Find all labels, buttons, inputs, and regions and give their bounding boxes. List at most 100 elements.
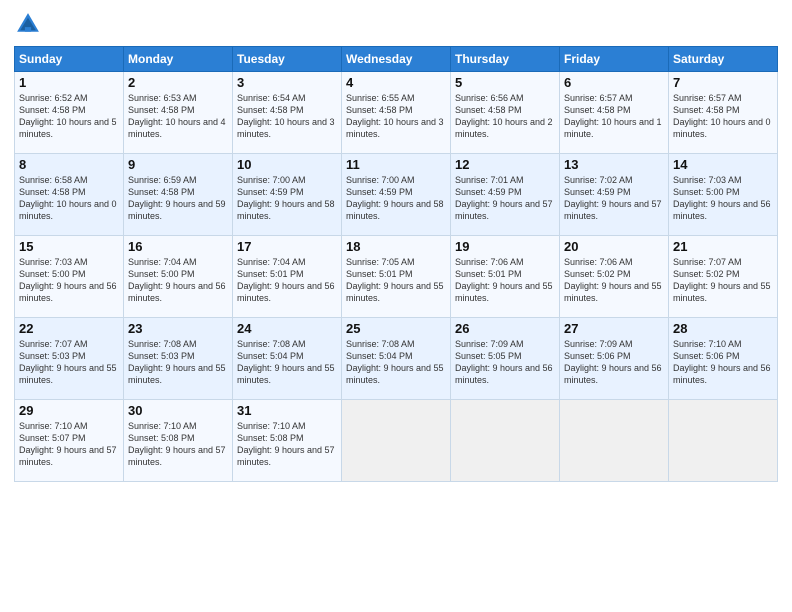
day-info: Sunrise: 6:57 AM Sunset: 4:58 PM Dayligh…	[673, 92, 773, 141]
day-header-saturday: Saturday	[669, 47, 778, 72]
day-number: 16	[128, 239, 228, 254]
day-info: Sunrise: 7:09 AM Sunset: 5:05 PM Dayligh…	[455, 338, 555, 387]
day-header-monday: Monday	[124, 47, 233, 72]
calendar-cell: 24 Sunrise: 7:08 AM Sunset: 5:04 PM Dayl…	[233, 318, 342, 400]
day-number: 25	[346, 321, 446, 336]
day-number: 14	[673, 157, 773, 172]
day-number: 1	[19, 75, 119, 90]
day-info: Sunrise: 7:10 AM Sunset: 5:06 PM Dayligh…	[673, 338, 773, 387]
day-number: 29	[19, 403, 119, 418]
day-info: Sunrise: 6:59 AM Sunset: 4:58 PM Dayligh…	[128, 174, 228, 223]
calendar-cell: 13 Sunrise: 7:02 AM Sunset: 4:59 PM Dayl…	[560, 154, 669, 236]
day-number: 18	[346, 239, 446, 254]
day-info: Sunrise: 7:08 AM Sunset: 5:04 PM Dayligh…	[346, 338, 446, 387]
day-number: 22	[19, 321, 119, 336]
calendar-cell: 25 Sunrise: 7:08 AM Sunset: 5:04 PM Dayl…	[342, 318, 451, 400]
day-number: 8	[19, 157, 119, 172]
day-number: 12	[455, 157, 555, 172]
calendar-cell: 3 Sunrise: 6:54 AM Sunset: 4:58 PM Dayli…	[233, 72, 342, 154]
day-header-friday: Friday	[560, 47, 669, 72]
day-number: 5	[455, 75, 555, 90]
calendar-cell: 14 Sunrise: 7:03 AM Sunset: 5:00 PM Dayl…	[669, 154, 778, 236]
day-info: Sunrise: 7:10 AM Sunset: 5:08 PM Dayligh…	[237, 420, 337, 469]
calendar-cell: 23 Sunrise: 7:08 AM Sunset: 5:03 PM Dayl…	[124, 318, 233, 400]
calendar-cell: 9 Sunrise: 6:59 AM Sunset: 4:58 PM Dayli…	[124, 154, 233, 236]
day-info: Sunrise: 7:04 AM Sunset: 5:00 PM Dayligh…	[128, 256, 228, 305]
day-info: Sunrise: 7:08 AM Sunset: 5:04 PM Dayligh…	[237, 338, 337, 387]
day-info: Sunrise: 7:06 AM Sunset: 5:01 PM Dayligh…	[455, 256, 555, 305]
calendar-cell: 21 Sunrise: 7:07 AM Sunset: 5:02 PM Dayl…	[669, 236, 778, 318]
day-info: Sunrise: 7:02 AM Sunset: 4:59 PM Dayligh…	[564, 174, 664, 223]
calendar-cell: 26 Sunrise: 7:09 AM Sunset: 5:05 PM Dayl…	[451, 318, 560, 400]
calendar-week-row: 15 Sunrise: 7:03 AM Sunset: 5:00 PM Dayl…	[15, 236, 778, 318]
day-number: 27	[564, 321, 664, 336]
calendar-cell: 29 Sunrise: 7:10 AM Sunset: 5:07 PM Dayl…	[15, 400, 124, 482]
calendar-cell: 20 Sunrise: 7:06 AM Sunset: 5:02 PM Dayl…	[560, 236, 669, 318]
day-number: 30	[128, 403, 228, 418]
calendar-cell: 6 Sunrise: 6:57 AM Sunset: 4:58 PM Dayli…	[560, 72, 669, 154]
page-container: SundayMondayTuesdayWednesdayThursdayFrid…	[0, 0, 792, 490]
day-info: Sunrise: 6:52 AM Sunset: 4:58 PM Dayligh…	[19, 92, 119, 141]
day-info: Sunrise: 6:57 AM Sunset: 4:58 PM Dayligh…	[564, 92, 664, 141]
day-number: 17	[237, 239, 337, 254]
day-number: 19	[455, 239, 555, 254]
day-number: 7	[673, 75, 773, 90]
calendar-cell: 22 Sunrise: 7:07 AM Sunset: 5:03 PM Dayl…	[15, 318, 124, 400]
calendar-header-row: SundayMondayTuesdayWednesdayThursdayFrid…	[15, 47, 778, 72]
calendar-cell: 12 Sunrise: 7:01 AM Sunset: 4:59 PM Dayl…	[451, 154, 560, 236]
calendar-week-row: 22 Sunrise: 7:07 AM Sunset: 5:03 PM Dayl…	[15, 318, 778, 400]
day-number: 2	[128, 75, 228, 90]
calendar-body: 1 Sunrise: 6:52 AM Sunset: 4:58 PM Dayli…	[15, 72, 778, 482]
day-number: 4	[346, 75, 446, 90]
day-number: 11	[346, 157, 446, 172]
day-number: 9	[128, 157, 228, 172]
calendar-cell: 1 Sunrise: 6:52 AM Sunset: 4:58 PM Dayli…	[15, 72, 124, 154]
day-info: Sunrise: 6:56 AM Sunset: 4:58 PM Dayligh…	[455, 92, 555, 141]
day-number: 3	[237, 75, 337, 90]
calendar-cell: 4 Sunrise: 6:55 AM Sunset: 4:58 PM Dayli…	[342, 72, 451, 154]
day-number: 6	[564, 75, 664, 90]
calendar-table: SundayMondayTuesdayWednesdayThursdayFrid…	[14, 46, 778, 482]
calendar-cell: 28 Sunrise: 7:10 AM Sunset: 5:06 PM Dayl…	[669, 318, 778, 400]
day-info: Sunrise: 7:00 AM Sunset: 4:59 PM Dayligh…	[346, 174, 446, 223]
day-number: 13	[564, 157, 664, 172]
day-info: Sunrise: 7:03 AM Sunset: 5:00 PM Dayligh…	[673, 174, 773, 223]
day-number: 21	[673, 239, 773, 254]
calendar-cell	[560, 400, 669, 482]
day-info: Sunrise: 7:10 AM Sunset: 5:08 PM Dayligh…	[128, 420, 228, 469]
day-header-thursday: Thursday	[451, 47, 560, 72]
day-number: 24	[237, 321, 337, 336]
day-number: 23	[128, 321, 228, 336]
calendar-week-row: 8 Sunrise: 6:58 AM Sunset: 4:58 PM Dayli…	[15, 154, 778, 236]
calendar-cell: 17 Sunrise: 7:04 AM Sunset: 5:01 PM Dayl…	[233, 236, 342, 318]
day-info: Sunrise: 7:08 AM Sunset: 5:03 PM Dayligh…	[128, 338, 228, 387]
calendar-cell: 18 Sunrise: 7:05 AM Sunset: 5:01 PM Dayl…	[342, 236, 451, 318]
header	[14, 10, 778, 38]
day-number: 20	[564, 239, 664, 254]
day-info: Sunrise: 7:10 AM Sunset: 5:07 PM Dayligh…	[19, 420, 119, 469]
day-number: 28	[673, 321, 773, 336]
calendar-cell: 16 Sunrise: 7:04 AM Sunset: 5:00 PM Dayl…	[124, 236, 233, 318]
day-info: Sunrise: 7:09 AM Sunset: 5:06 PM Dayligh…	[564, 338, 664, 387]
calendar-cell	[451, 400, 560, 482]
day-info: Sunrise: 7:07 AM Sunset: 5:03 PM Dayligh…	[19, 338, 119, 387]
day-number: 26	[455, 321, 555, 336]
calendar-cell: 8 Sunrise: 6:58 AM Sunset: 4:58 PM Dayli…	[15, 154, 124, 236]
logo-icon	[14, 10, 42, 38]
day-info: Sunrise: 7:00 AM Sunset: 4:59 PM Dayligh…	[237, 174, 337, 223]
calendar-cell: 11 Sunrise: 7:00 AM Sunset: 4:59 PM Dayl…	[342, 154, 451, 236]
calendar-cell	[342, 400, 451, 482]
day-info: Sunrise: 7:03 AM Sunset: 5:00 PM Dayligh…	[19, 256, 119, 305]
day-number: 10	[237, 157, 337, 172]
day-header-tuesday: Tuesday	[233, 47, 342, 72]
day-info: Sunrise: 6:58 AM Sunset: 4:58 PM Dayligh…	[19, 174, 119, 223]
calendar-cell: 27 Sunrise: 7:09 AM Sunset: 5:06 PM Dayl…	[560, 318, 669, 400]
calendar-cell: 7 Sunrise: 6:57 AM Sunset: 4:58 PM Dayli…	[669, 72, 778, 154]
calendar-cell: 10 Sunrise: 7:00 AM Sunset: 4:59 PM Dayl…	[233, 154, 342, 236]
calendar-cell: 19 Sunrise: 7:06 AM Sunset: 5:01 PM Dayl…	[451, 236, 560, 318]
day-header-wednesday: Wednesday	[342, 47, 451, 72]
calendar-week-row: 29 Sunrise: 7:10 AM Sunset: 5:07 PM Dayl…	[15, 400, 778, 482]
calendar-cell: 30 Sunrise: 7:10 AM Sunset: 5:08 PM Dayl…	[124, 400, 233, 482]
day-number: 31	[237, 403, 337, 418]
calendar-cell: 5 Sunrise: 6:56 AM Sunset: 4:58 PM Dayli…	[451, 72, 560, 154]
